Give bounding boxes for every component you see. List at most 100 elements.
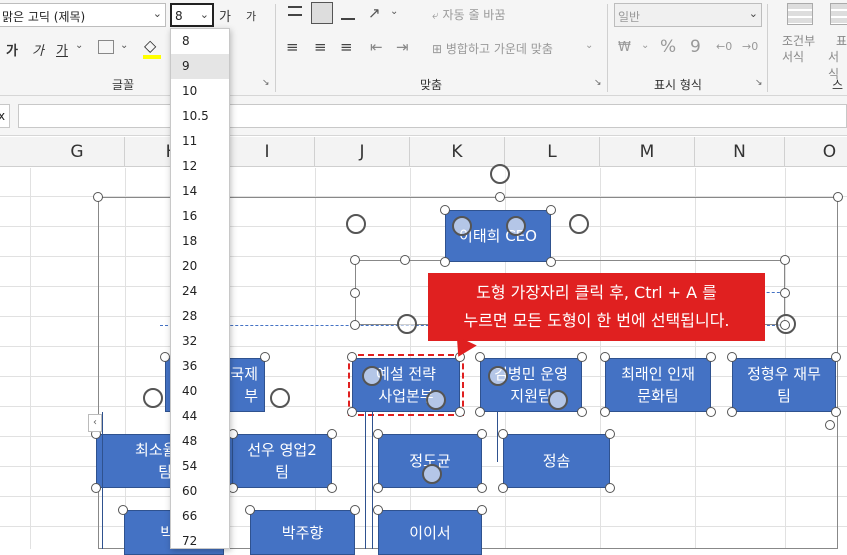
selection-handle[interactable] <box>706 352 716 362</box>
percent-button[interactable]: % <box>660 37 676 57</box>
selection-handle[interactable] <box>350 288 360 298</box>
selection-handle[interactable] <box>373 429 383 439</box>
selection-handle[interactable] <box>350 505 360 515</box>
underline-button[interactable]: 가 <box>56 40 68 59</box>
column-header-i[interactable]: I <box>220 137 315 167</box>
selection-handle[interactable] <box>400 255 410 265</box>
connector-line[interactable] <box>102 412 103 549</box>
org-shape-sales2[interactable]: 선우 영업2 팀 <box>232 434 332 488</box>
shrink-font-button[interactable]: 가 <box>246 8 256 24</box>
orientation-icon[interactable]: ↗ <box>368 4 381 22</box>
font-size-option[interactable]: 20 <box>171 254 229 279</box>
selection-handle[interactable] <box>605 483 615 493</box>
selection-handle[interactable] <box>477 483 487 493</box>
align-top-icon[interactable] <box>288 6 302 16</box>
font-size-option[interactable]: 12 <box>171 154 229 179</box>
selection-handle[interactable] <box>831 352 841 362</box>
rotate-handle-icon[interactable] <box>426 390 446 410</box>
selection-handle[interactable] <box>780 288 790 298</box>
font-size-option[interactable]: 10 <box>171 79 229 104</box>
font-size-option[interactable]: 44 <box>171 404 229 429</box>
selection-handle[interactable] <box>780 320 790 330</box>
chevron-left-icon[interactable]: ‹ <box>88 414 102 432</box>
rotate-handle-icon[interactable] <box>397 314 417 334</box>
selection-handle[interactable] <box>91 483 101 493</box>
grow-font-button[interactable]: 가 <box>219 6 231 25</box>
bold-button[interactable]: 가 <box>6 40 18 59</box>
selection-handle[interactable] <box>498 483 508 493</box>
align-center-icon[interactable]: ≡ <box>314 38 327 56</box>
font-size-combo[interactable]: 8 ⌄ <box>170 3 214 27</box>
rotate-handle-icon[interactable] <box>506 216 526 236</box>
font-size-option[interactable]: 40 <box>171 379 229 404</box>
font-size-option[interactable]: 48 <box>171 429 229 454</box>
formula-input[interactable] <box>18 104 847 128</box>
cond-format-label-2[interactable]: 서식 <box>782 48 804 65</box>
selection-handle[interactable] <box>600 407 610 417</box>
selection-handle[interactable] <box>498 429 508 439</box>
chevron-down-icon[interactable]: ⌄ <box>153 7 162 20</box>
fill-color-icon[interactable]: ◇ <box>144 36 156 55</box>
selection-handle[interactable] <box>546 257 556 267</box>
font-size-option[interactable]: 36 <box>171 354 229 379</box>
selection-handle[interactable] <box>373 505 383 515</box>
selection-handle[interactable] <box>327 483 337 493</box>
rotate-handle-icon[interactable] <box>422 464 442 484</box>
decrease-indent-icon[interactable]: ⇤ <box>370 38 383 56</box>
dialog-launcher-icon[interactable]: ↘ <box>594 78 602 88</box>
selection-handle[interactable] <box>833 192 843 202</box>
column-header-k[interactable]: K <box>410 137 505 167</box>
org-shape-bakjuhyang[interactable]: 박주향 <box>250 510 355 555</box>
selection-handle[interactable] <box>245 505 255 515</box>
selection-handle[interactable] <box>455 407 465 417</box>
selection-handle[interactable] <box>260 352 270 362</box>
rotate-handle-icon[interactable] <box>548 390 568 410</box>
conditional-format-icon[interactable] <box>787 3 813 25</box>
selection-handle[interactable] <box>577 407 587 417</box>
rotate-handle-icon[interactable] <box>143 388 163 408</box>
selection-handle[interactable] <box>475 352 485 362</box>
rotate-handle-icon[interactable] <box>362 366 382 386</box>
table-format-icon[interactable] <box>830 3 847 25</box>
chevron-down-icon[interactable]: ⌄ <box>641 40 649 51</box>
selection-handle[interactable] <box>475 407 485 417</box>
chevron-down-icon[interactable]: ⌄ <box>120 40 128 51</box>
font-size-option[interactable]: 14 <box>171 179 229 204</box>
font-size-option[interactable]: 16 <box>171 204 229 229</box>
rotate-handle-icon[interactable] <box>569 214 589 234</box>
org-shape-hr[interactable]: 최래인 인재 문화팀 <box>605 358 711 412</box>
font-name-combo[interactable]: 맑은 고딕 (제목) ⌄ <box>0 3 166 27</box>
font-size-option[interactable]: 24 <box>171 279 229 304</box>
chevron-down-icon[interactable]: ⌄ <box>585 40 593 51</box>
rotate-handle-icon[interactable] <box>346 214 366 234</box>
org-shape-jeongsom[interactable]: 정솜 <box>503 434 610 488</box>
selection-handle[interactable] <box>347 407 357 417</box>
dialog-launcher-icon[interactable]: ↘ <box>262 78 270 88</box>
selection-handle[interactable] <box>831 407 841 417</box>
table-format-label-1[interactable]: 표 <box>836 32 847 49</box>
font-size-option[interactable]: 10.5 <box>171 104 229 129</box>
column-header-o[interactable]: O <box>785 137 847 167</box>
align-middle-icon[interactable] <box>311 2 333 24</box>
align-right-icon[interactable]: ≡ <box>340 38 353 56</box>
align-left-icon[interactable]: ≡ <box>286 38 299 56</box>
merge-center-button[interactable]: ⊞ 병합하고 가운데 맞춤 <box>432 40 553 57</box>
rotate-handle-icon[interactable] <box>488 366 508 386</box>
selection-handle[interactable] <box>706 407 716 417</box>
column-header-m[interactable]: M <box>600 137 695 167</box>
selection-handle[interactable] <box>495 192 505 202</box>
selection-handle[interactable] <box>727 352 737 362</box>
org-shape-leeiseo[interactable]: 이이서 <box>378 510 482 555</box>
selection-handle[interactable] <box>780 255 790 265</box>
column-header-g[interactable]: G <box>30 137 125 167</box>
selection-handle[interactable] <box>477 505 487 515</box>
selection-handle[interactable] <box>477 429 487 439</box>
font-size-option[interactable]: 32 <box>171 329 229 354</box>
connector-line[interactable] <box>497 412 498 462</box>
font-size-option[interactable]: 72 <box>171 529 229 554</box>
increase-decimal-icon[interactable]: ←0 <box>716 40 732 53</box>
chevron-down-icon[interactable]: ⌄ <box>75 40 83 51</box>
connector-line[interactable] <box>365 412 366 549</box>
selection-handle[interactable] <box>160 352 170 362</box>
column-header-j[interactable]: J <box>315 137 410 167</box>
